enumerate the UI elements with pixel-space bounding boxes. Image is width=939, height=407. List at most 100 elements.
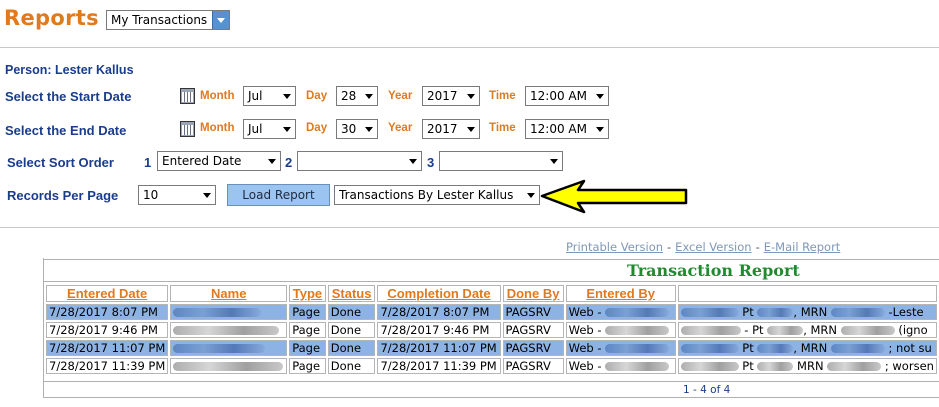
chevron-down-icon — [592, 87, 608, 105]
report-title-bar: Transaction Report — [43, 259, 939, 282]
page-title: Reports — [4, 6, 99, 30]
start-day-select[interactable]: 28 — [336, 86, 378, 106]
start-time-select[interactable]: 12:00 AM — [525, 86, 609, 106]
redacted-text — [680, 308, 739, 317]
link-separator: - — [755, 240, 760, 254]
column-header-status[interactable]: Status — [327, 285, 376, 302]
cell-status: Done — [327, 340, 376, 356]
cell-entered-date: 7/28/2017 8:07 PM — [46, 304, 169, 320]
sort-order-label: Select Sort Order — [7, 155, 114, 170]
column-header-name[interactable]: Name — [170, 285, 288, 302]
cell-done-by: PAGSRV — [502, 358, 564, 374]
redacted-text — [680, 362, 739, 371]
excel-version-link[interactable]: Excel Version — [675, 240, 751, 254]
table-header-row: Entered Date Name Type Status Completion… — [46, 285, 937, 302]
transaction-table: Entered Date Name Type Status Completion… — [44, 283, 939, 376]
load-report-button[interactable]: Load Report — [227, 184, 330, 206]
email-report-link[interactable]: E-Mail Report — [764, 240, 841, 254]
start-month-select[interactable]: Jul — [243, 86, 296, 106]
column-header-entered-date[interactable]: Entered Date — [46, 285, 169, 302]
header-divider — [0, 47, 939, 48]
cell-entered-date: 7/28/2017 9:46 PM — [46, 322, 169, 338]
redacted-text — [680, 326, 741, 335]
chevron-down-icon — [212, 11, 229, 29]
cell-done-by: PAGSRV — [502, 304, 564, 320]
end-year-label: Year — [388, 122, 413, 134]
export-links: Printable Version - Excel Version - E-Mail R… — [566, 240, 840, 254]
chevron-down-icon — [279, 87, 295, 105]
redacted-text — [173, 308, 262, 317]
redacted-text — [840, 326, 895, 335]
sort-2-select[interactable] — [297, 151, 422, 171]
redacted-text — [767, 326, 804, 335]
start-day-label: Day — [306, 90, 328, 102]
chevron-down-icon — [199, 186, 215, 204]
cell-type: Page — [289, 358, 326, 374]
redacted-text — [605, 308, 670, 317]
cell-done-by: PAGSRV — [502, 340, 564, 356]
chevron-down-icon — [405, 152, 421, 170]
column-header-message — [677, 285, 937, 302]
records-per-page-label: Records Per Page — [7, 188, 119, 203]
end-time-select[interactable]: 12:00 AM — [525, 119, 609, 139]
sort-1-select[interactable]: Entered Date — [157, 151, 281, 171]
cell-completion-date: 7/28/2017 8:07 PM — [377, 304, 501, 320]
chevron-down-icon — [463, 120, 479, 138]
report-subject-select[interactable]: Transactions By Lester Kallus — [334, 185, 540, 205]
cell-entered-date: 7/28/2017 11:07 PM — [46, 340, 169, 356]
cell-entered-by: Web - — [565, 304, 676, 320]
table-row[interactable]: 7/28/2017 9:46 PM Page Done 7/28/2017 9:… — [46, 322, 937, 338]
chevron-down-icon — [361, 87, 377, 105]
cell-name — [170, 322, 288, 338]
cell-entered-by: Web - — [565, 358, 676, 374]
redacted-text — [757, 362, 794, 371]
redacted-text — [605, 344, 670, 353]
sort-3-select[interactable] — [439, 151, 563, 171]
end-day-label: Day — [306, 122, 328, 134]
table-row[interactable]: 7/28/2017 11:07 PM Page Done 7/28/2017 1… — [46, 340, 937, 356]
calendar-icon[interactable] — [180, 88, 195, 104]
table-row[interactable]: 7/28/2017 8:07 PM Page Done 7/28/2017 8:… — [46, 304, 937, 320]
report-type-select[interactable]: My Transactions — [106, 10, 230, 30]
calendar-icon[interactable] — [180, 121, 195, 137]
redacted-text — [605, 362, 670, 371]
redacted-text — [173, 362, 284, 371]
yellow-arrow-icon — [540, 179, 688, 214]
cell-completion-date: 7/28/2017 11:39 PM — [377, 358, 501, 374]
column-header-completion-date[interactable]: Completion Date — [377, 285, 501, 302]
report-bottom-border — [43, 397, 939, 398]
column-header-type[interactable]: Type — [289, 285, 326, 302]
cell-message: Pt , MRN -Leste — [677, 304, 937, 320]
chevron-down-icon — [279, 120, 295, 138]
cell-name — [170, 340, 288, 356]
cell-status: Done — [327, 322, 376, 338]
cell-message: - Pt , MRN (igno — [677, 322, 937, 338]
redacted-text — [757, 308, 794, 317]
end-day-select[interactable]: 30 — [336, 119, 378, 139]
cell-type: Page — [289, 322, 326, 338]
start-year-select[interactable]: 2017 — [422, 86, 480, 106]
printable-version-link[interactable]: Printable Version — [566, 240, 663, 254]
sort-3-number: 3 — [427, 155, 435, 170]
records-per-page-select[interactable]: 10 — [138, 185, 216, 205]
cell-status: Done — [327, 304, 376, 320]
column-header-done-by[interactable]: Done By — [502, 285, 564, 302]
end-date-label: Select the End Date — [5, 123, 127, 138]
table-row[interactable]: 7/28/2017 11:39 PM Page Done 7/28/2017 1… — [46, 358, 937, 374]
start-year-label: Year — [388, 90, 413, 102]
chevron-down-icon — [546, 152, 562, 170]
cell-entered-by: Web - — [565, 322, 676, 338]
end-month-select[interactable]: Jul — [243, 119, 296, 139]
start-date-label: Select the Start Date — [5, 89, 132, 104]
redacted-text — [830, 344, 885, 353]
cell-name — [170, 304, 288, 320]
redacted-text — [830, 308, 885, 317]
end-month-label: Month — [200, 122, 235, 134]
cell-completion-date: 7/28/2017 11:07 PM — [377, 340, 501, 356]
end-year-select[interactable]: 2017 — [422, 119, 480, 139]
column-header-entered-by[interactable]: Entered By — [565, 285, 676, 302]
cell-status: Done — [327, 358, 376, 374]
cell-type: Page — [289, 304, 326, 320]
start-time-label: Time — [489, 90, 516, 102]
cell-name — [170, 358, 288, 374]
